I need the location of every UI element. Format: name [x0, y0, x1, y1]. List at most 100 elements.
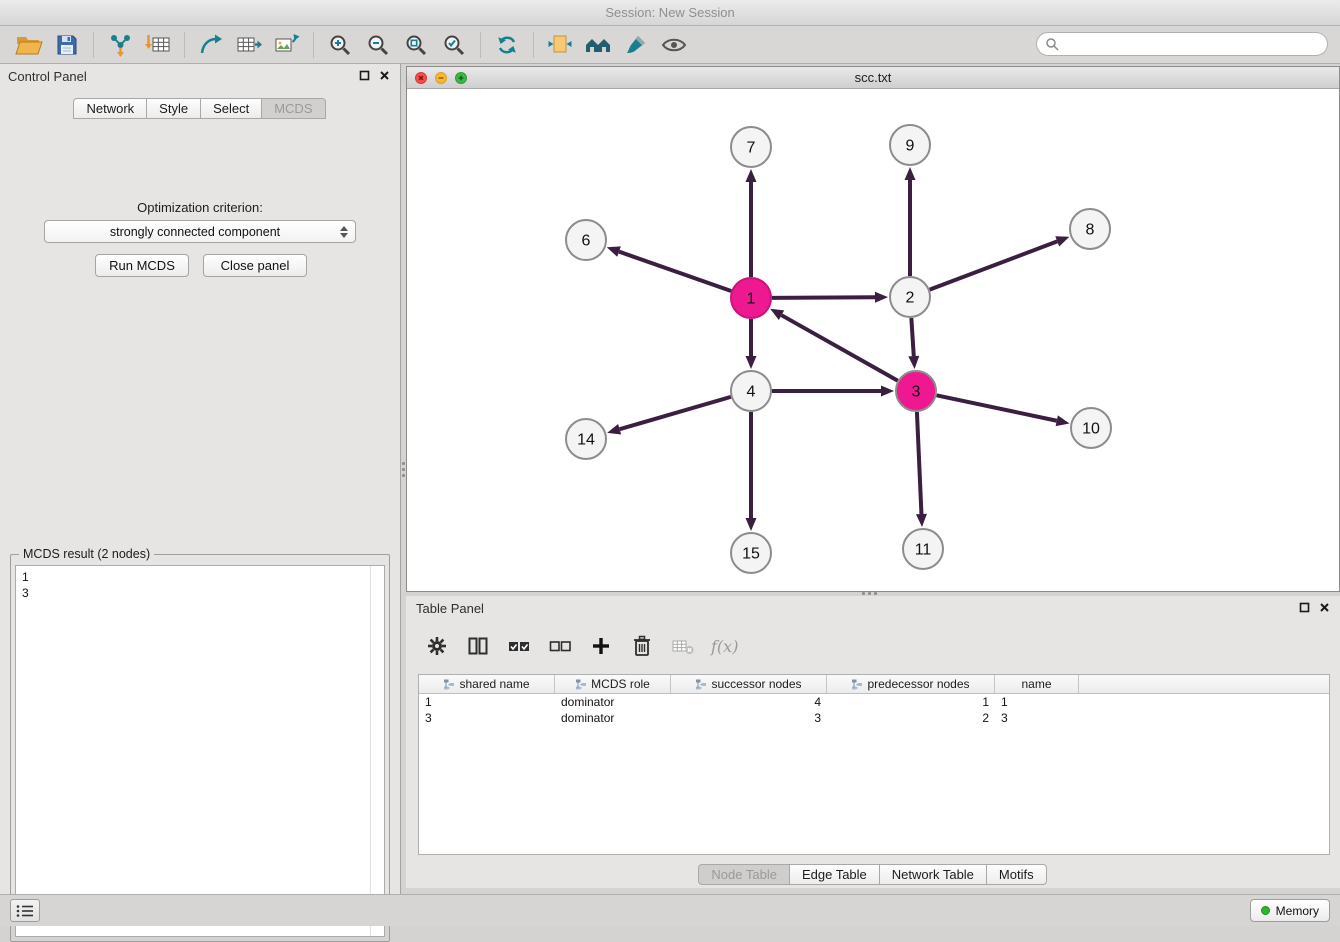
close-window-button[interactable] — [415, 72, 427, 84]
graph-edge-2-8[interactable] — [930, 241, 1058, 289]
tab-style[interactable]: Style — [146, 98, 201, 119]
search-icon — [1045, 37, 1059, 51]
delete-table-button[interactable] — [670, 633, 696, 659]
function-builder-button[interactable]: f(x) — [711, 633, 738, 659]
first-neighbors-button[interactable] — [541, 30, 579, 60]
graph-edge-4-14[interactable] — [620, 397, 731, 429]
criterion-value: strongly connected component — [53, 225, 337, 239]
graph-edge-1-6[interactable] — [619, 252, 731, 291]
column-type-icon — [695, 679, 707, 690]
graph-edge-arrowhead — [746, 356, 757, 369]
apply-style-button[interactable] — [617, 30, 655, 60]
deselect-all-columns-button[interactable] — [547, 633, 573, 659]
cell-shared-name[interactable]: 1 — [419, 694, 555, 710]
task-history-button[interactable] — [10, 899, 40, 922]
optimization-criterion-label: Optimization criterion: — [0, 200, 400, 215]
table-row[interactable]: 3 dominator 3 2 3 — [419, 710, 1329, 726]
graph-edge-3-10[interactable] — [937, 395, 1057, 420]
float-panel-icon[interactable] — [359, 70, 370, 81]
run-mcds-button[interactable]: Run MCDS — [95, 254, 189, 277]
float-panel-icon[interactable] — [1299, 602, 1310, 613]
close-panel-button[interactable]: Close panel — [203, 254, 307, 277]
column-header-successor-nodes[interactable]: successor nodes — [671, 675, 827, 693]
mcds-result-list[interactable]: 1 3 — [15, 565, 385, 937]
import-network-button[interactable] — [101, 30, 139, 60]
zoom-in-button[interactable] — [321, 30, 359, 60]
network-graph[interactable]: 7968124314101511 — [407, 89, 1339, 591]
save-session-button[interactable] — [48, 30, 86, 60]
refresh-button[interactable] — [488, 30, 526, 60]
column-header-predecessor-nodes[interactable]: predecessor nodes — [827, 675, 995, 693]
create-column-button[interactable] — [588, 633, 614, 659]
graph-edge-arrowhead — [746, 518, 757, 531]
horizontal-splitter-grip[interactable] — [862, 592, 865, 595]
cell-successor-nodes[interactable]: 3 — [671, 710, 827, 726]
zoom-out-icon — [366, 33, 390, 57]
graph-node-label-9: 9 — [906, 138, 915, 155]
home-view-button[interactable] — [579, 30, 617, 60]
folder-open-icon — [15, 34, 43, 56]
criterion-dropdown[interactable]: strongly connected component — [44, 220, 356, 243]
cell-mcds-role[interactable]: dominator — [555, 694, 671, 710]
cell-successor-nodes[interactable]: 4 — [671, 694, 827, 710]
share-arrow-icon — [199, 33, 223, 57]
zoom-fit-button[interactable] — [397, 30, 435, 60]
memory-button[interactable]: Memory — [1250, 899, 1330, 922]
show-columns-button[interactable] — [465, 633, 491, 659]
zoom-out-button[interactable] — [359, 30, 397, 60]
search-box[interactable] — [1036, 32, 1328, 56]
cell-mcds-role[interactable]: dominator — [555, 710, 671, 726]
table-panel-title: Table Panel — [416, 601, 484, 616]
column-header-name[interactable]: name — [995, 675, 1079, 693]
export-image-button[interactable] — [268, 30, 306, 60]
column-type-icon — [443, 679, 455, 690]
graph-edge-3-1[interactable] — [781, 315, 897, 381]
graph-edge-2-3[interactable] — [911, 318, 913, 356]
minimize-window-button[interactable] — [435, 72, 447, 84]
mcds-result-line: 3 — [22, 585, 378, 601]
cell-name[interactable]: 1 — [995, 694, 1079, 710]
memory-label: Memory — [1276, 904, 1319, 918]
zoom-in-icon — [328, 33, 352, 57]
show-graphics-details-button[interactable] — [655, 30, 693, 60]
zoom-selected-button[interactable] — [435, 30, 473, 60]
graph-edge-1-2[interactable] — [772, 297, 875, 298]
deselect-all-icon — [549, 637, 571, 655]
import-table-button[interactable] — [139, 30, 177, 60]
column-header-shared-name[interactable]: shared name — [419, 675, 555, 693]
cell-name[interactable]: 3 — [995, 710, 1079, 726]
tab-mcds[interactable]: MCDS — [261, 98, 325, 119]
cell-predecessor-nodes[interactable]: 2 — [827, 710, 995, 726]
tab-node-table[interactable]: Node Table — [698, 864, 790, 885]
graph-node-label-7: 7 — [747, 140, 756, 157]
gear-icon — [427, 636, 447, 656]
scrollbar-track — [370, 566, 371, 936]
export-table-button[interactable] — [230, 30, 268, 60]
vertical-splitter-grip[interactable] — [402, 462, 405, 465]
table-row[interactable]: 1 dominator 4 1 1 — [419, 694, 1329, 710]
column-header-mcds-role[interactable]: MCDS role — [555, 675, 671, 693]
network-canvas[interactable]: 7968124314101511 — [407, 89, 1339, 591]
graph-edge-3-11[interactable] — [917, 412, 922, 514]
tab-edge-table[interactable]: Edge Table — [789, 864, 880, 885]
export-network-button[interactable] — [192, 30, 230, 60]
tab-select[interactable]: Select — [200, 98, 262, 119]
delete-table-icon — [672, 637, 694, 655]
tab-motifs[interactable]: Motifs — [986, 864, 1047, 885]
close-panel-icon[interactable] — [1319, 602, 1330, 613]
network-window-titlebar[interactable]: scc.txt — [407, 67, 1339, 89]
tab-network[interactable]: Network — [73, 98, 147, 119]
column-header-filler — [1079, 675, 1329, 693]
table-panel: Table Panel f(x) — [406, 596, 1340, 888]
delete-column-button[interactable] — [629, 633, 655, 659]
close-panel-icon[interactable] — [379, 70, 390, 81]
tab-network-table[interactable]: Network Table — [879, 864, 987, 885]
maximize-window-button[interactable] — [455, 72, 467, 84]
table-settings-button[interactable] — [424, 633, 450, 659]
select-all-columns-button[interactable] — [506, 633, 532, 659]
cell-shared-name[interactable]: 3 — [419, 710, 555, 726]
search-input[interactable] — [1064, 37, 1319, 51]
main-toolbar — [0, 26, 1340, 64]
open-session-button[interactable] — [10, 30, 48, 60]
cell-predecessor-nodes[interactable]: 1 — [827, 694, 995, 710]
